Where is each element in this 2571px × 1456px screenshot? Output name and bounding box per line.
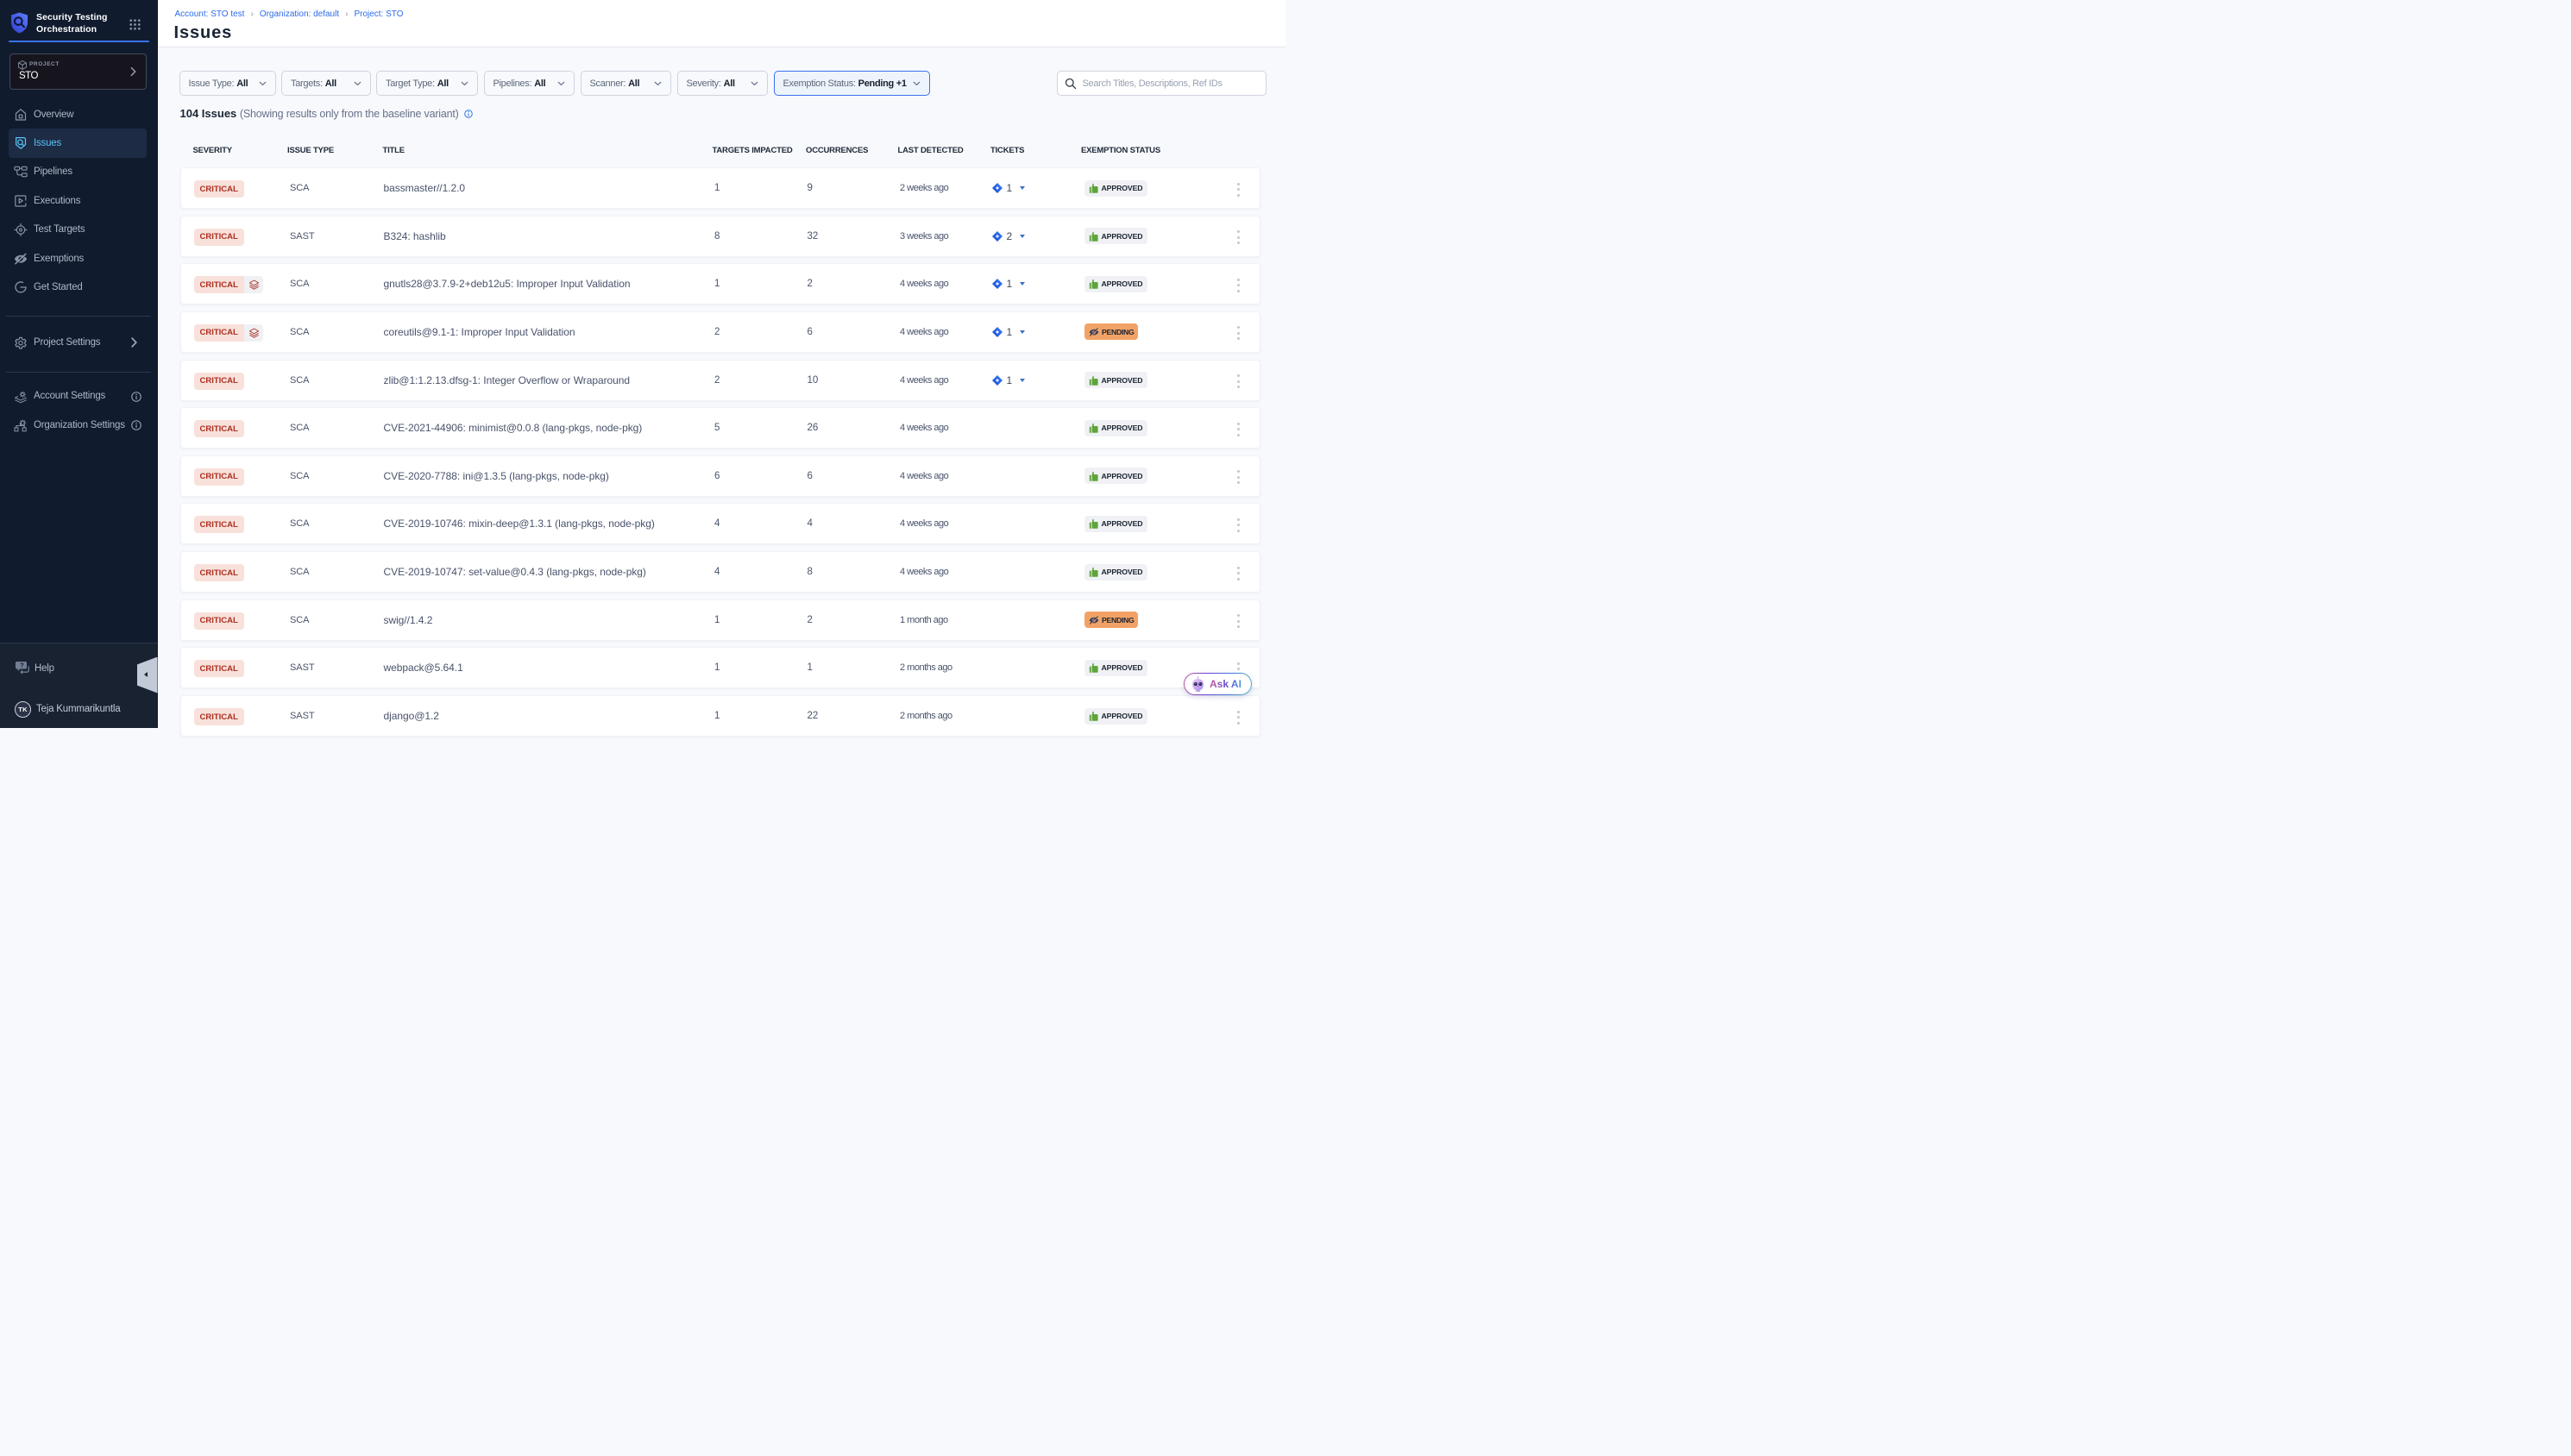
svg-text:?: ? (20, 662, 24, 669)
